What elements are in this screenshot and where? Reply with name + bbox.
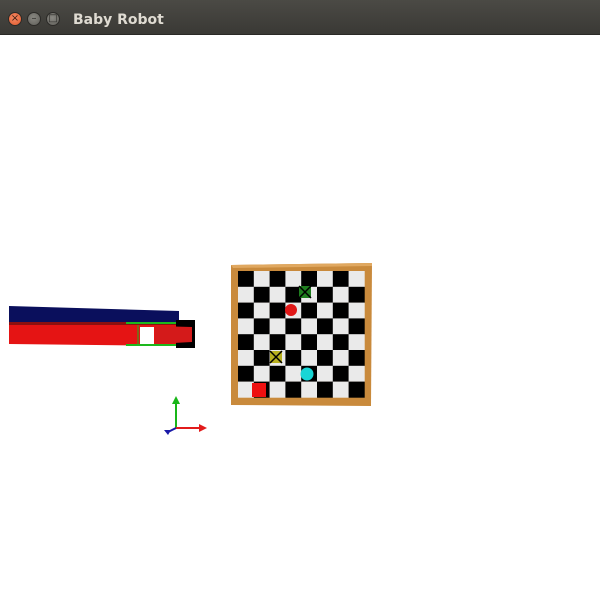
board-square bbox=[348, 381, 365, 398]
board-square bbox=[301, 318, 318, 335]
board-square bbox=[285, 365, 302, 382]
board-square bbox=[253, 334, 270, 351]
board-square bbox=[301, 381, 318, 398]
board-square bbox=[269, 271, 286, 288]
board-square bbox=[332, 350, 349, 367]
board-square bbox=[317, 365, 334, 382]
board-square bbox=[348, 334, 365, 351]
window-title: Baby Robot bbox=[73, 12, 164, 28]
board-square bbox=[317, 271, 334, 288]
board-square bbox=[285, 334, 302, 351]
close-icon: × bbox=[10, 13, 20, 24]
robot-gripper-slot bbox=[140, 327, 154, 344]
board-square bbox=[253, 365, 270, 382]
board-square bbox=[348, 350, 365, 367]
board-square bbox=[301, 271, 318, 288]
red-block-shape bbox=[252, 383, 266, 397]
cyan-ball bbox=[300, 367, 314, 381]
red-block bbox=[252, 383, 266, 397]
board-square bbox=[301, 334, 318, 351]
window-titlebar: × – □ Baby Robot bbox=[0, 0, 600, 35]
board-square bbox=[238, 350, 255, 367]
board-square bbox=[285, 381, 302, 398]
board-square bbox=[269, 334, 286, 351]
board-square bbox=[238, 365, 255, 382]
board-square bbox=[269, 302, 286, 319]
board-square bbox=[317, 286, 334, 303]
board-square bbox=[348, 271, 365, 288]
minimize-icon: – bbox=[31, 13, 37, 24]
cyan-ball-shape bbox=[300, 367, 314, 381]
board-square bbox=[317, 381, 334, 398]
board-square bbox=[238, 286, 255, 303]
board-square bbox=[253, 302, 270, 319]
board-square bbox=[317, 334, 334, 351]
board-square bbox=[317, 318, 334, 335]
board-square bbox=[238, 334, 255, 351]
board-square bbox=[253, 286, 270, 303]
minimize-button[interactable]: – bbox=[27, 12, 41, 26]
3d-viewport[interactable] bbox=[0, 35, 600, 608]
board-square bbox=[348, 318, 365, 335]
board-square bbox=[332, 334, 349, 351]
board-square bbox=[348, 365, 365, 382]
board-square bbox=[269, 286, 286, 303]
board-square bbox=[238, 271, 255, 288]
maximize-icon: □ bbox=[48, 13, 58, 24]
robot-arm bbox=[9, 306, 195, 348]
board-square bbox=[317, 302, 334, 319]
board-square bbox=[332, 365, 349, 382]
board-square bbox=[332, 271, 349, 288]
maximize-button[interactable]: □ bbox=[46, 12, 60, 26]
board-square bbox=[317, 350, 334, 367]
board-square bbox=[253, 350, 270, 367]
board-square bbox=[269, 365, 286, 382]
board-square bbox=[269, 381, 286, 398]
board-square bbox=[301, 350, 318, 367]
red-ball-shape bbox=[285, 304, 297, 316]
close-button[interactable]: × bbox=[8, 12, 22, 26]
robot-gripper-red-face bbox=[155, 326, 192, 344]
board-square bbox=[285, 318, 302, 335]
board-square bbox=[285, 271, 302, 288]
board-square bbox=[332, 381, 349, 398]
axes-gizmo bbox=[164, 396, 207, 435]
axis-z-arrow-icon bbox=[164, 430, 171, 435]
board-square bbox=[253, 318, 270, 335]
yellow-x-marker bbox=[269, 350, 283, 364]
red-ball bbox=[285, 304, 297, 316]
board-square bbox=[238, 318, 255, 335]
board-square bbox=[332, 286, 349, 303]
board-square bbox=[238, 381, 255, 398]
green-x-marker bbox=[298, 285, 312, 299]
board-square bbox=[348, 302, 365, 319]
axis-y-arrow-icon bbox=[172, 396, 180, 404]
board-square bbox=[253, 271, 270, 288]
axis-x-arrow-icon bbox=[199, 424, 207, 432]
game-board bbox=[231, 263, 372, 406]
board-square bbox=[301, 302, 318, 319]
board-square bbox=[332, 302, 349, 319]
board-square bbox=[238, 302, 255, 319]
board-square bbox=[332, 318, 349, 335]
board-square bbox=[269, 318, 286, 335]
board-square bbox=[285, 350, 302, 367]
board-square bbox=[348, 286, 365, 303]
